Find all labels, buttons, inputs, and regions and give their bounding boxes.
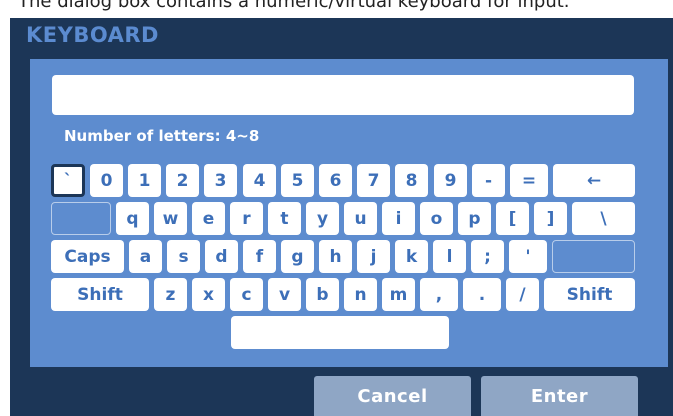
key-7[interactable]: 7 bbox=[357, 164, 390, 197]
key-o[interactable]: o bbox=[420, 202, 453, 235]
key-e[interactable]: e bbox=[192, 202, 225, 235]
enter-button[interactable]: Enter bbox=[481, 376, 638, 416]
key-b[interactable]: b bbox=[306, 278, 339, 311]
key-equals[interactable]: = bbox=[510, 164, 548, 197]
key-8[interactable]: 8 bbox=[395, 164, 428, 197]
key-z[interactable]: z bbox=[154, 278, 187, 311]
key-w[interactable]: w bbox=[154, 202, 187, 235]
key-backspace[interactable]: ← bbox=[553, 164, 635, 197]
key-space[interactable] bbox=[231, 316, 449, 349]
letter-count-hint: Number of letters: 4~8 bbox=[64, 127, 260, 145]
top-strip-text: The dialog box contains a numeric/virtua… bbox=[18, 0, 570, 12]
top-strip: The dialog box contains a numeric/virtua… bbox=[0, 0, 673, 18]
key-minus[interactable]: - bbox=[472, 164, 505, 197]
key-x[interactable]: x bbox=[192, 278, 225, 311]
key-c[interactable]: c bbox=[230, 278, 263, 311]
key-4[interactable]: 4 bbox=[243, 164, 276, 197]
key-6[interactable]: 6 bbox=[319, 164, 352, 197]
key-s[interactable]: s bbox=[167, 240, 200, 273]
key-t[interactable]: t bbox=[268, 202, 301, 235]
key-slash[interactable]: / bbox=[506, 278, 539, 311]
key-i[interactable]: i bbox=[382, 202, 415, 235]
key-left-bracket[interactable]: [ bbox=[496, 202, 529, 235]
key-backslash[interactable]: \ bbox=[572, 202, 635, 235]
key-backtick[interactable]: ` bbox=[51, 164, 85, 197]
key-g[interactable]: g bbox=[281, 240, 314, 273]
key-d[interactable]: d bbox=[205, 240, 238, 273]
key-period[interactable]: . bbox=[463, 278, 501, 311]
key-3[interactable]: 3 bbox=[204, 164, 237, 197]
key-shift-right[interactable]: Shift bbox=[544, 278, 635, 311]
cancel-button[interactable]: Cancel bbox=[314, 376, 471, 416]
key-a[interactable]: a bbox=[129, 240, 162, 273]
key-n[interactable]: n bbox=[344, 278, 377, 311]
key-v[interactable]: v bbox=[268, 278, 301, 311]
key-caps[interactable]: Caps bbox=[51, 240, 124, 273]
key-semicolon[interactable]: ; bbox=[471, 240, 504, 273]
key-comma[interactable]: , bbox=[420, 278, 458, 311]
key-u[interactable]: u bbox=[344, 202, 377, 235]
key-y[interactable]: y bbox=[306, 202, 339, 235]
key-return-blank[interactable] bbox=[552, 240, 635, 273]
key-2[interactable]: 2 bbox=[166, 164, 199, 197]
key-quote[interactable]: ' bbox=[509, 240, 547, 273]
key-j[interactable]: j bbox=[357, 240, 390, 273]
key-0[interactable]: 0 bbox=[90, 164, 123, 197]
key-tab-blank[interactable] bbox=[51, 202, 111, 235]
key-right-bracket[interactable]: ] bbox=[534, 202, 567, 235]
key-q[interactable]: q bbox=[116, 202, 149, 235]
dialog-title: KEYBOARD bbox=[26, 23, 159, 47]
key-shift-left[interactable]: Shift bbox=[51, 278, 149, 311]
key-m[interactable]: m bbox=[382, 278, 415, 311]
key-l[interactable]: l bbox=[433, 240, 466, 273]
key-p[interactable]: p bbox=[458, 202, 491, 235]
key-9[interactable]: 9 bbox=[434, 164, 467, 197]
key-k[interactable]: k bbox=[395, 240, 428, 273]
text-input[interactable] bbox=[52, 75, 634, 115]
key-f[interactable]: f bbox=[243, 240, 276, 273]
key-5[interactable]: 5 bbox=[281, 164, 314, 197]
key-h[interactable]: h bbox=[319, 240, 352, 273]
key-1[interactable]: 1 bbox=[128, 164, 161, 197]
key-r[interactable]: r bbox=[230, 202, 263, 235]
